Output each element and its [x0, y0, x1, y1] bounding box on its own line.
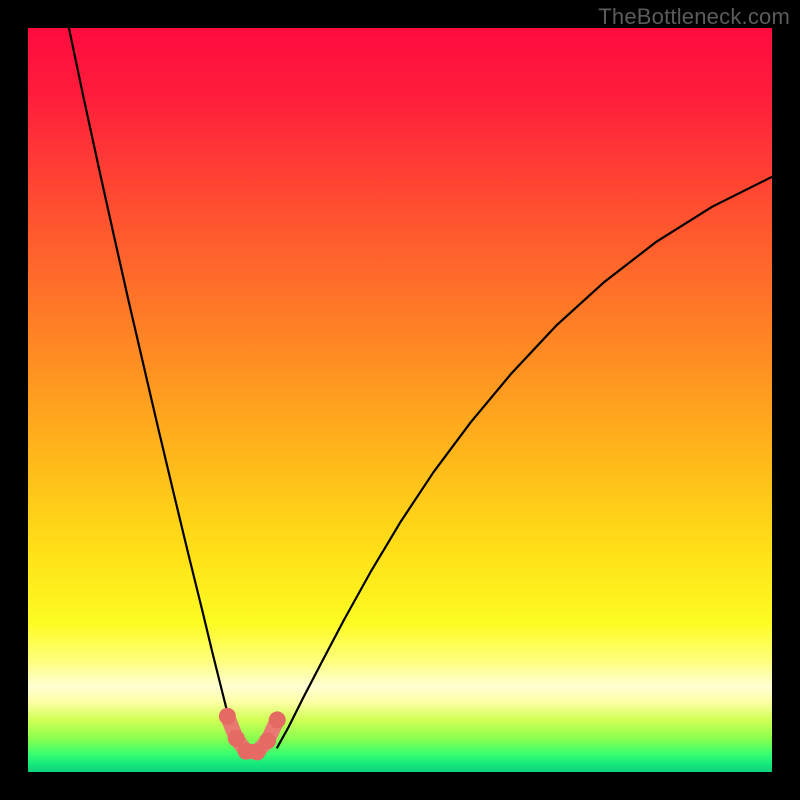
chart-canvas	[28, 28, 772, 772]
chart-background	[28, 28, 772, 772]
app-frame: TheBottleneck.com	[0, 0, 800, 800]
highlight-dot	[219, 708, 236, 725]
watermark-text: TheBottleneck.com	[598, 4, 790, 30]
highlight-dot	[269, 711, 286, 728]
highlight-dot	[259, 732, 276, 749]
chart-area	[28, 28, 772, 772]
